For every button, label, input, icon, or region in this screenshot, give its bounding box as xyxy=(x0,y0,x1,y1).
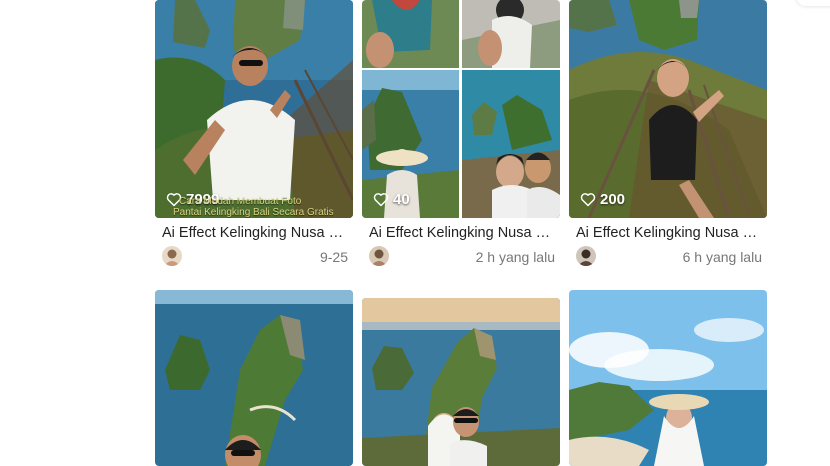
like-count-text: 40 xyxy=(393,191,410,208)
thumbnail-image-1 xyxy=(155,0,353,218)
avatar[interactable] xyxy=(162,246,182,266)
heart-icon xyxy=(580,193,596,207)
watermark-text: Cara Mudah Membuat Foto Pantai Kelingkin… xyxy=(173,196,353,218)
thumbnail-image-6 xyxy=(569,290,767,466)
thumbnail-image-5 xyxy=(362,298,560,466)
thumbnail-image-2 xyxy=(362,0,560,218)
watermark-line-1: Cara Mudah Membuat Foto xyxy=(179,196,302,207)
like-count-2: 40 xyxy=(373,191,410,208)
user-avatar-icon xyxy=(369,246,389,266)
card-thumbnail-1[interactable]: 7999 Cara Mudah Membuat Foto Pantai Keli… xyxy=(155,0,353,218)
user-avatar-icon xyxy=(576,246,596,266)
user-avatar-icon xyxy=(162,246,182,266)
post-time: 9-25 xyxy=(319,249,348,265)
post-time: 6 h yang lalu xyxy=(682,249,762,265)
card-meta-1: 9-25 xyxy=(162,246,348,268)
heart-icon xyxy=(373,193,389,207)
card-thumbnail-3[interactable]: 200 xyxy=(569,0,767,218)
card-title-3[interactable]: Ai Effect Kelingking Nusa Pe... xyxy=(576,225,766,241)
like-count-3: 200 xyxy=(580,191,625,208)
avatar[interactable] xyxy=(369,246,389,266)
card-thumbnail-4[interactable] xyxy=(155,290,353,466)
card-meta-3: 6 h yang lalu xyxy=(576,246,762,268)
watermark-line-2: Pantai Kelingking Bali Secara Gratis xyxy=(173,207,334,218)
thumbnail-image-3 xyxy=(569,0,767,218)
card-thumbnail-6[interactable] xyxy=(569,290,767,466)
top-right-control[interactable] xyxy=(796,0,830,6)
thumbnail-image-4 xyxy=(155,290,353,466)
card-title-2[interactable]: Ai Effect Kelingking Nusa Pe... xyxy=(369,225,559,241)
card-thumbnail-2[interactable]: 40 xyxy=(362,0,560,218)
post-time: 2 h yang lalu xyxy=(475,249,555,265)
avatar[interactable] xyxy=(576,246,596,266)
like-count-text: 200 xyxy=(600,191,626,208)
card-meta-2: 2 h yang lalu xyxy=(369,246,555,268)
card-title-1[interactable]: Ai Effect Kelingking Nusa Pe... xyxy=(162,225,352,241)
card-thumbnail-5[interactable] xyxy=(362,298,560,466)
